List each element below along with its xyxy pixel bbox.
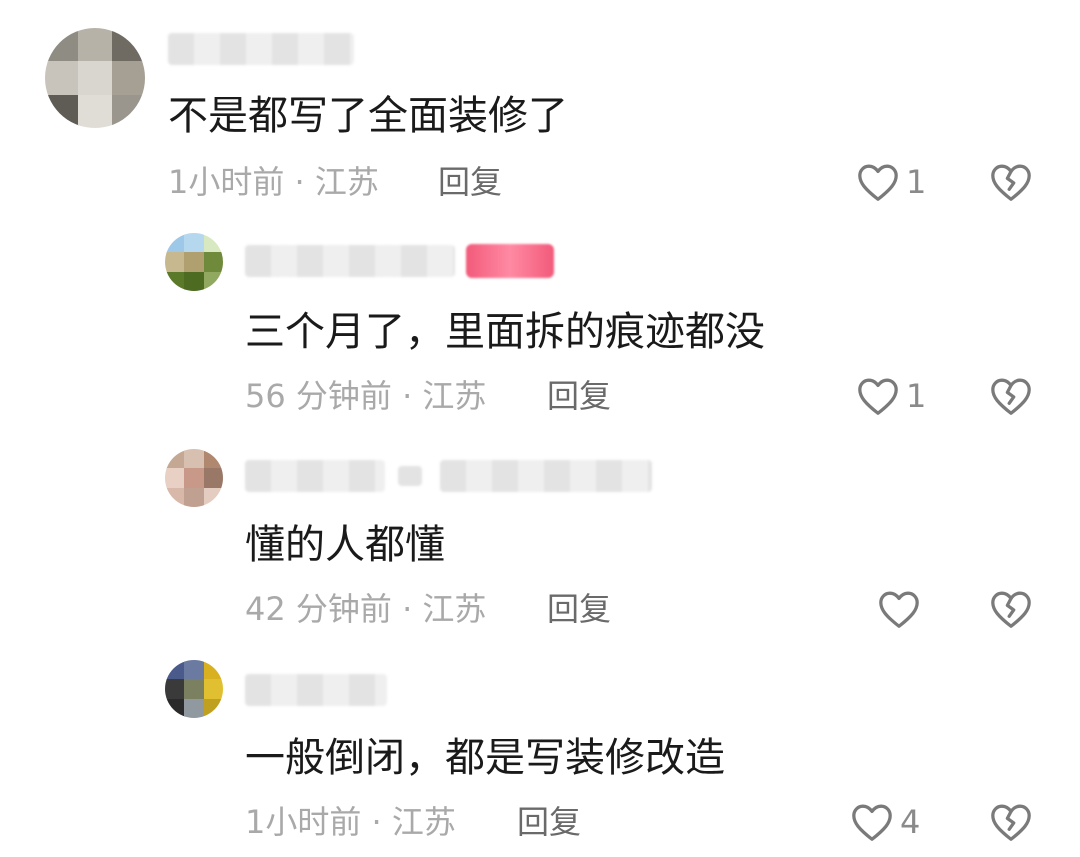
like-button[interactable]: 1 xyxy=(856,162,926,202)
avatar-mosaic-cell xyxy=(165,679,185,699)
dislike-button[interactable] xyxy=(989,589,1033,629)
avatar-mosaic-cell xyxy=(45,61,79,96)
dislike-button[interactable] xyxy=(989,162,1033,202)
avatar-mosaic-cell xyxy=(203,660,223,680)
reply-button[interactable]: 回复 xyxy=(547,380,611,412)
like-count: 1 xyxy=(906,163,927,201)
avatar-mosaic-cell xyxy=(78,28,113,62)
avatar-mosaic-cell xyxy=(165,271,185,291)
avatar-mosaic-cell xyxy=(203,233,223,253)
avatar[interactable] xyxy=(45,28,145,128)
comment-meta: 42 分钟前 · 江苏 xyxy=(245,590,487,628)
like-button[interactable] xyxy=(877,589,927,629)
avatar-mosaic-cell xyxy=(45,94,79,128)
broken-heart-icon xyxy=(989,589,1033,629)
avatar-mosaic-cell xyxy=(165,698,185,718)
avatar-mosaic-cell xyxy=(184,252,204,272)
avatar-mosaic-cell xyxy=(165,449,185,469)
broken-heart-icon xyxy=(989,162,1033,202)
dislike-button[interactable] xyxy=(989,376,1033,416)
avatar-mosaic-cell xyxy=(184,449,204,469)
username-blurred[interactable] xyxy=(245,245,455,277)
broken-heart-icon xyxy=(989,376,1033,416)
avatar[interactable] xyxy=(165,449,223,507)
avatar-mosaic-cell xyxy=(203,449,223,469)
avatar-mosaic-cell xyxy=(165,487,185,507)
avatar-mosaic-cell xyxy=(203,468,223,488)
avatar-mosaic-cell xyxy=(203,698,223,718)
heart-outline-icon xyxy=(856,376,900,416)
reply-button[interactable]: 回复 xyxy=(517,806,581,838)
avatar[interactable] xyxy=(165,233,223,291)
avatar-mosaic-cell xyxy=(78,61,113,96)
comment-text: 三个月了，里面拆的痕迹都没 xyxy=(245,309,765,355)
avatar-mosaic-cell xyxy=(203,271,223,291)
avatar-mosaic-cell xyxy=(184,698,204,718)
avatar-mosaic-cell xyxy=(165,468,185,488)
like-button[interactable]: 4 xyxy=(850,802,920,842)
avatar-mosaic-cell xyxy=(78,94,113,128)
avatar-mosaic-cell xyxy=(165,233,185,253)
avatar-mosaic-cell xyxy=(111,94,145,128)
avatar-mosaic-cell xyxy=(203,252,223,272)
like-button[interactable]: 1 xyxy=(856,376,926,416)
avatar-mosaic-cell xyxy=(45,28,79,62)
comment-meta: 56 分钟前 · 江苏 xyxy=(245,377,487,415)
avatar-mosaic-cell xyxy=(184,660,204,680)
avatar-mosaic-cell xyxy=(111,28,145,62)
reply-target-blurred[interactable] xyxy=(440,460,652,492)
comment-meta: 1小时前 · 江苏 xyxy=(168,163,379,201)
avatar-mosaic-cell xyxy=(203,679,223,699)
avatar-mosaic-cell xyxy=(184,271,204,291)
comment-text: 一般倒闭，都是写装修改造 xyxy=(245,735,725,781)
avatar-mosaic-cell xyxy=(203,487,223,507)
avatar-mosaic-cell xyxy=(165,660,185,680)
reply-target-blurred[interactable] xyxy=(398,466,422,486)
avatar-mosaic-cell xyxy=(111,61,145,96)
avatar-mosaic-cell xyxy=(184,233,204,253)
username-blurred[interactable] xyxy=(245,460,385,492)
like-count: 1 xyxy=(906,377,927,415)
avatar-mosaic-cell xyxy=(184,679,204,699)
like-count: 4 xyxy=(900,803,921,841)
avatar-mosaic-cell xyxy=(184,468,204,488)
username-blurred[interactable] xyxy=(245,674,387,706)
dislike-button[interactable] xyxy=(989,802,1033,842)
avatar[interactable] xyxy=(165,660,223,718)
comment-text: 不是都写了全面装修了 xyxy=(168,93,568,139)
reply-button[interactable]: 回复 xyxy=(438,166,502,198)
avatar-mosaic-cell xyxy=(165,252,185,272)
username-blurred[interactable] xyxy=(168,33,354,65)
author-badge xyxy=(466,244,554,278)
reply-button[interactable]: 回复 xyxy=(547,593,611,625)
heart-outline-icon xyxy=(856,162,900,202)
avatar-mosaic-cell xyxy=(184,487,204,507)
comment-meta: 1小时前 · 江苏 xyxy=(245,803,456,841)
heart-outline-icon xyxy=(877,589,921,629)
broken-heart-icon xyxy=(989,802,1033,842)
heart-outline-icon xyxy=(850,802,894,842)
comment-text: 懂的人都懂 xyxy=(245,522,445,568)
